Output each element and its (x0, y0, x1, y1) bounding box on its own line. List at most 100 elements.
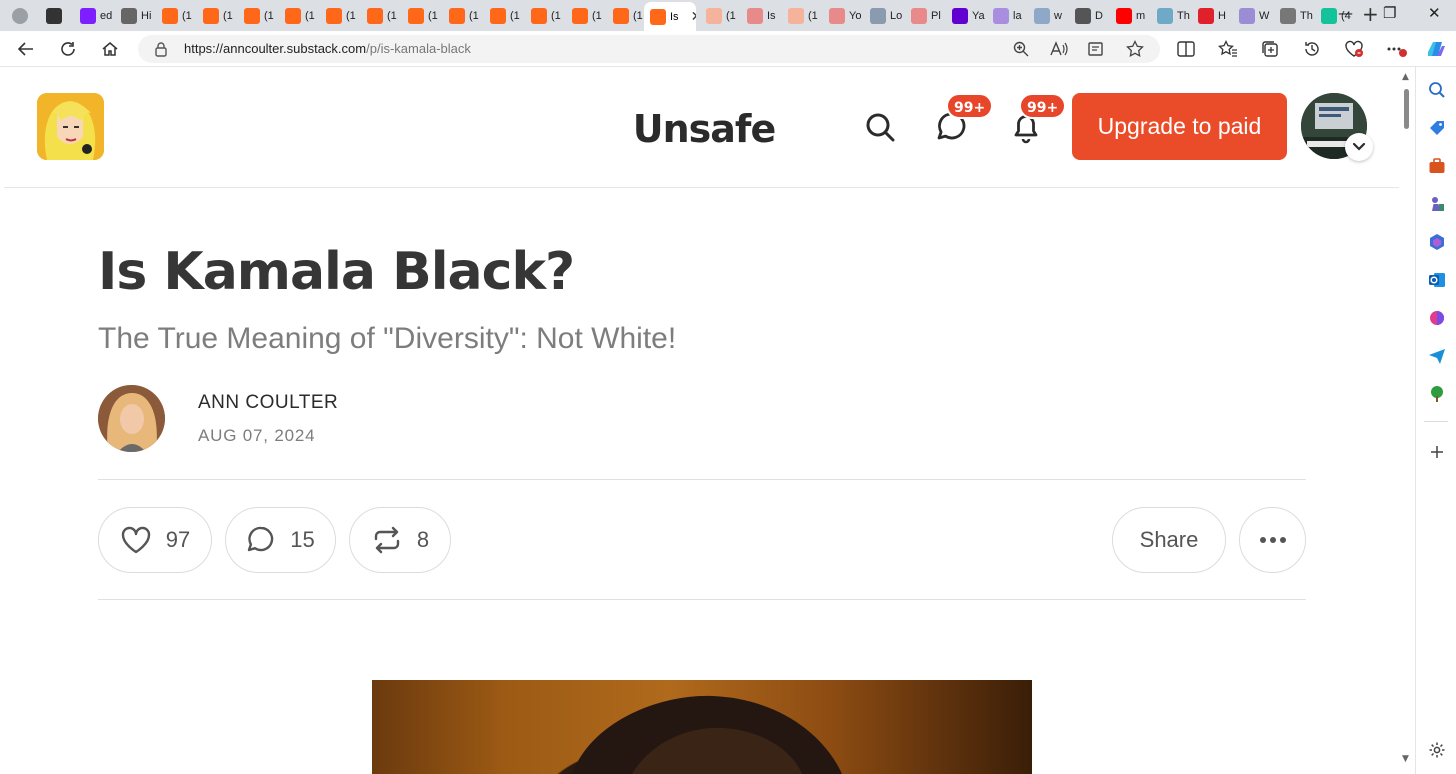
browser-tab[interactable]: (1 (361, 3, 402, 29)
yahoo-mail-icon (993, 8, 1009, 24)
sidebar-settings-gear-icon[interactable] (1428, 741, 1446, 759)
account-menu-button[interactable] (1345, 133, 1373, 161)
browser-tab[interactable]: Is ✕ (644, 2, 696, 31)
favorites-button[interactable] (1216, 37, 1240, 61)
browser-tab[interactable]: m (1110, 3, 1151, 29)
browser-tab[interactable]: W (1233, 3, 1274, 29)
share-button[interactable]: Share (1112, 507, 1226, 573)
new-tab-icon[interactable]: + (1362, 2, 1379, 26)
lock-icon[interactable] (154, 41, 168, 61)
restack-button[interactable]: 8 (349, 507, 451, 573)
tab-title: (1 (808, 10, 818, 22)
tab-title: (1 (551, 10, 561, 22)
split-screen-button[interactable] (1174, 37, 1198, 61)
profile-button[interactable] (6, 3, 40, 29)
divider (98, 599, 1306, 600)
shield-icon (1239, 8, 1255, 24)
browser-tab[interactable]: (1 (484, 3, 525, 29)
browser-tab[interactable]: ed (74, 3, 115, 29)
home-button[interactable] (98, 37, 122, 61)
scroll-thumb[interactable] (1404, 89, 1409, 129)
scroll-up-icon[interactable]: ▲ (1402, 72, 1409, 82)
refresh-button[interactable] (56, 37, 80, 61)
close-window-icon[interactable]: ✕ (1428, 4, 1441, 22)
edge-sidebar (1415, 67, 1456, 774)
outlook-icon[interactable] (1428, 271, 1446, 289)
substack-icon (650, 8, 666, 25)
browser-tab[interactable]: (1 (443, 3, 484, 29)
scroll-down-icon[interactable]: ▼ (1402, 754, 1409, 764)
browser-tab[interactable]: Lo (864, 3, 905, 29)
browser-tab[interactable]: Ya (946, 3, 987, 29)
read-aloud-icon[interactable] (1050, 40, 1068, 58)
copilot-button[interactable] (1424, 37, 1448, 61)
tab-actions-button[interactable] (40, 3, 74, 29)
browser-tab[interactable]: (1 (320, 3, 361, 29)
browser-tab[interactable]: (1 (156, 3, 197, 29)
browser-tab[interactable]: H (1192, 3, 1233, 29)
browser-tab[interactable]: Th (1274, 3, 1315, 29)
games-chess-icon[interactable] (1428, 195, 1446, 213)
search-icon[interactable] (1428, 81, 1446, 99)
browser-tab[interactable]: Is (741, 3, 782, 29)
browser-essentials-button[interactable] (1342, 37, 1366, 61)
browser-tab[interactable]: (1 (197, 3, 238, 29)
history-icon (121, 8, 137, 24)
browser-tab[interactable]: w (1028, 3, 1069, 29)
upgrade-to-paid-button[interactable]: Upgrade to paid (1072, 93, 1287, 160)
comment-button[interactable]: 15 (225, 507, 336, 573)
browser-tab[interactable]: (1 (700, 3, 741, 29)
tools-briefcase-icon[interactable] (1428, 157, 1446, 175)
comment-count: 15 (290, 527, 315, 552)
zoom-icon[interactable] (1012, 40, 1030, 58)
browser-tab[interactable]: (1 (782, 3, 823, 29)
tree-icon[interactable] (1428, 385, 1446, 403)
back-button[interactable] (14, 37, 38, 61)
browser-tab[interactable]: Pl (905, 3, 946, 29)
close-tab-icon[interactable]: ✕ (691, 9, 696, 25)
browser-tab[interactable]: Th (1151, 3, 1192, 29)
microsoft-365-icon[interactable] (1428, 233, 1446, 251)
substack-icon (788, 8, 804, 24)
browser-tab[interactable]: D (1069, 3, 1110, 29)
browser-tab[interactable]: (1 (525, 3, 566, 29)
copilot-designer-icon[interactable] (1428, 309, 1446, 327)
substack-icon (203, 8, 219, 24)
collections-button[interactable] (1258, 37, 1282, 61)
settings-more-button[interactable] (1384, 37, 1408, 61)
restore-icon[interactable]: ❐ (1383, 4, 1396, 22)
browser-tab[interactable]: (1 (402, 3, 443, 29)
author-avatar[interactable] (98, 385, 165, 452)
refresh-icon (61, 42, 75, 56)
url-host: https://anncoulter.substack.com (184, 41, 367, 56)
send-arrow-icon[interactable] (1428, 347, 1446, 365)
shopping-tag-icon[interactable] (1428, 119, 1446, 137)
more-options-button[interactable] (1239, 507, 1306, 573)
publication-title[interactable]: Unsafe (624, 107, 784, 151)
add-sidebar-app-icon[interactable] (1428, 443, 1446, 461)
slashes-icon (1075, 8, 1091, 24)
browser-tab[interactable]: Hi (115, 3, 156, 29)
letter-l-icon (870, 8, 886, 24)
page-scrollbar[interactable]: ▲ ▼ (1399, 67, 1415, 774)
home-icon (102, 42, 118, 56)
like-button[interactable]: 97 (98, 507, 212, 573)
favorite-star-icon[interactable] (1126, 40, 1144, 58)
address-bar[interactable]: https://anncoulter.substack.com/p/is-kam… (138, 35, 1160, 63)
search-button[interactable] (862, 109, 898, 145)
tab-actions-icon (46, 8, 62, 24)
post-hero-image (372, 680, 1032, 774)
browser-tab[interactable]: (1 (279, 3, 320, 29)
url-text[interactable]: https://anncoulter.substack.com/p/is-kam… (184, 41, 471, 56)
history-button[interactable] (1300, 37, 1324, 61)
tab-title: (1 (264, 10, 274, 22)
browser-tab[interactable]: Yo (823, 3, 864, 29)
minimize-icon[interactable]: — (1338, 4, 1353, 22)
publication-logo[interactable] (37, 93, 104, 160)
browser-tab[interactable]: (1 (238, 3, 279, 29)
browser-tab[interactable]: (1 (566, 3, 607, 29)
immersive-reader-icon[interactable] (1088, 40, 1106, 58)
browser-tab[interactable]: (1 (607, 3, 648, 29)
author-name[interactable]: ANN COULTER (198, 392, 338, 414)
browser-tab[interactable]: la (987, 3, 1028, 29)
